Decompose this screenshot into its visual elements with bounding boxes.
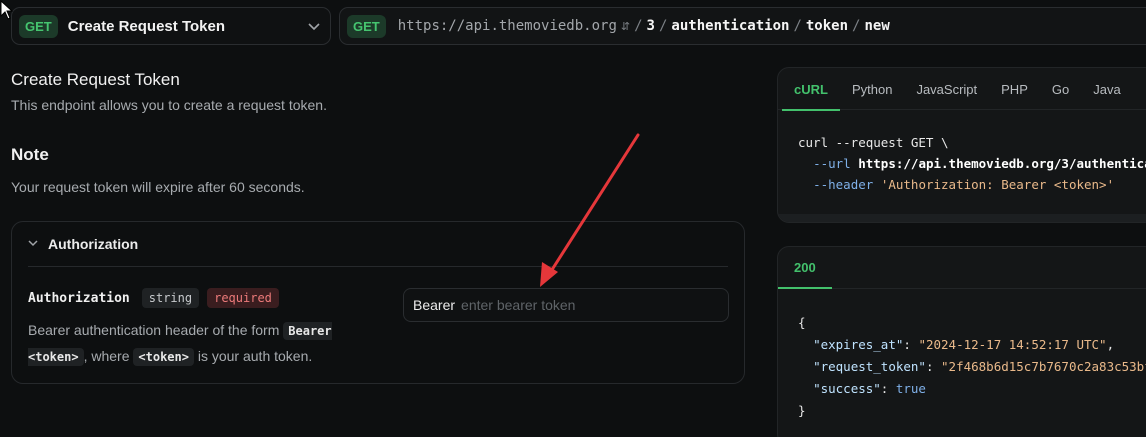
url-slash: /	[658, 18, 668, 34]
json-close-brace: }	[798, 403, 806, 418]
type-badge: string	[141, 288, 200, 308]
chevron-down-icon	[308, 18, 320, 34]
response-tabs: 200	[778, 247, 1146, 289]
response-body: { "expires_at": "2024-12-17 14:52:17 UTC…	[778, 289, 1146, 422]
divider	[28, 266, 728, 267]
tab-curl[interactable]: cURL	[782, 68, 840, 111]
tab-java[interactable]: Java	[1081, 68, 1132, 110]
code-line-1: curl --request GET \	[798, 135, 949, 150]
url-segment-authentication: authentication	[671, 18, 790, 34]
required-badge: required	[207, 288, 279, 308]
chevron-down-icon	[28, 238, 38, 250]
json-value: "2f468b6d15c7b7670c2a83c53bf6b1d3"	[941, 359, 1146, 374]
inline-code-token: <token>	[133, 348, 194, 366]
page-title: Create Request Token	[11, 70, 180, 89]
code-header-value: 'Authorization: Bearer <token>'	[880, 177, 1115, 192]
code-block: curl --request GET \ --url https://api.t…	[778, 110, 1146, 195]
authorization-section-label: Authorization	[48, 236, 139, 252]
sort-icon[interactable]: ⇵	[621, 20, 630, 33]
url-slash: /	[634, 18, 643, 34]
endpoint-title: Create Request Token	[67, 17, 225, 35]
desc-prefix: Bearer authentication header of the form	[28, 322, 280, 338]
method-badge: GET	[19, 14, 58, 38]
param-description: Bearer authentication header of the form…	[28, 318, 358, 370]
code-url-flag: --url	[813, 156, 851, 171]
endpoint-selector[interactable]: GET Create Request Token	[11, 7, 331, 45]
url-slash: /	[793, 18, 802, 34]
desc-middle: , where	[83, 348, 130, 364]
tab-javascript[interactable]: JavaScript	[904, 68, 989, 110]
tab-python[interactable]: Python	[840, 68, 904, 110]
code-header-flag: --header	[813, 177, 874, 192]
json-value: "2024-12-17 14:52:17 UTC"	[918, 337, 1107, 352]
bearer-token-input[interactable]	[461, 297, 728, 313]
language-tabs: cURL Python JavaScript PHP Go Java	[778, 68, 1146, 111]
authorization-toggle[interactable]: Authorization	[28, 236, 138, 252]
url-segment-new: new	[864, 18, 890, 34]
json-key: "expires_at"	[813, 337, 904, 352]
tab-status-200[interactable]: 200	[778, 247, 832, 289]
tab-go[interactable]: Go	[1040, 68, 1081, 110]
note-heading: Note	[11, 145, 49, 164]
json-key: "request_token"	[813, 359, 926, 374]
page-description: This endpoint allows you to create a req…	[11, 97, 327, 113]
param-name: Authorization	[28, 290, 130, 306]
bearer-prefix: Bearer	[413, 297, 456, 313]
url-slash: /	[852, 18, 861, 34]
json-open-brace: {	[798, 315, 806, 330]
mouse-pointer-icon	[0, 0, 14, 20]
code-url-value: https://api.themoviedb.org/3/authenticat…	[858, 156, 1146, 171]
json-key: "success"	[813, 381, 881, 396]
url-segment-version: 3	[646, 18, 655, 34]
url-segment-token: token	[805, 18, 849, 34]
param-header: Authorization string required	[28, 288, 279, 308]
note-text: Your request token will expire after 60 …	[11, 179, 305, 195]
horizontal-scrollbar[interactable]	[778, 214, 1146, 222]
authorization-card: Authorization Authorization string requi…	[11, 221, 745, 384]
json-value: true	[895, 381, 926, 396]
bearer-token-field[interactable]: Bearer	[403, 288, 729, 322]
code-sample-panel: cURL Python JavaScript PHP Go Java curl …	[777, 67, 1146, 223]
url-method-badge: GET	[347, 14, 386, 38]
url-base[interactable]: https://api.themoviedb.org	[398, 18, 617, 34]
response-panel: 200 { "expires_at": "2024-12-17 14:52:17…	[777, 246, 1146, 437]
url-bar[interactable]: GET https://api.themoviedb.org ⇵ / 3 / a…	[339, 7, 1146, 45]
tab-php[interactable]: PHP	[989, 68, 1040, 110]
desc-suffix: is your auth token.	[197, 348, 313, 364]
